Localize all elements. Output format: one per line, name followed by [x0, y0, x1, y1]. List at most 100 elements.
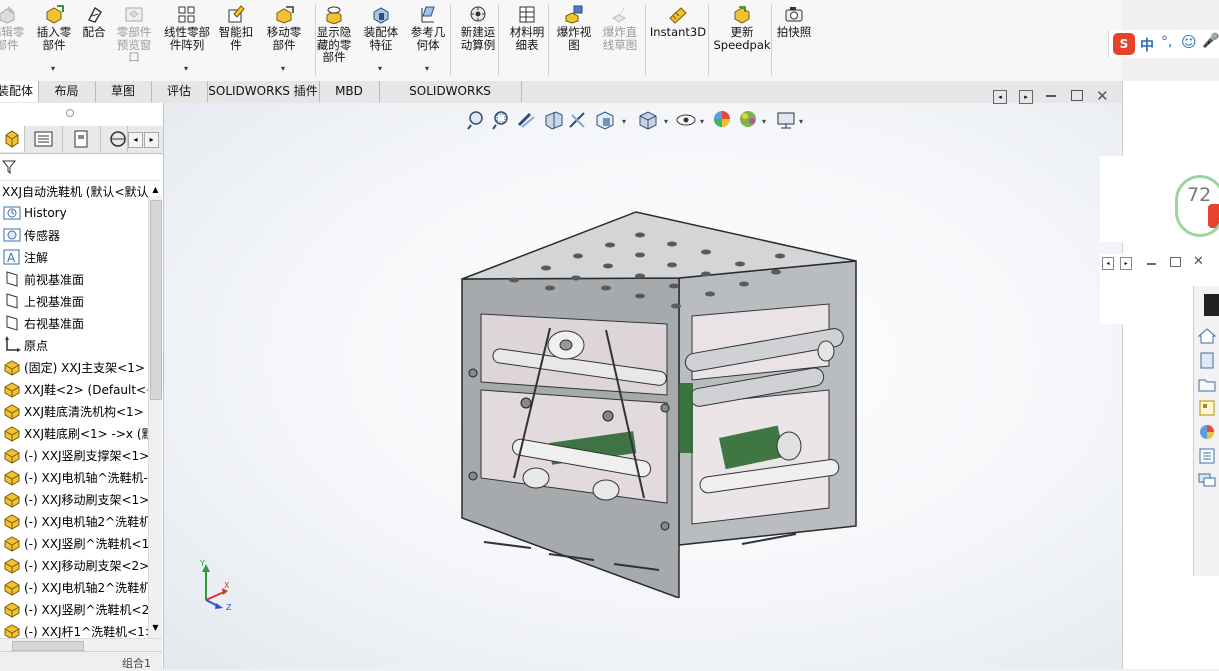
move-component-dropdown-icon[interactable]: ▾ [281, 64, 285, 73]
tree-item[interactable]: (-) XXJ竖刷支撑架<1> [0, 444, 150, 466]
task-pane-home-icon[interactable] [1196, 326, 1218, 346]
insert-component-button[interactable]: 插入零 部件 [32, 4, 76, 51]
tree-root-assembly[interactable]: XXJ自动洗鞋机 (默认<默认 [0, 180, 150, 202]
restore-right-icon[interactable]: ▸ [1019, 90, 1033, 104]
component-preview-button[interactable]: 零部件 预览窗 口 [112, 4, 156, 64]
hscroll-thumb[interactable] [12, 641, 84, 651]
scroll-up-arrow-icon[interactable]: ▲ [149, 185, 162, 195]
tree-item[interactable]: (-) XXJ电机轴^洗鞋机- [0, 466, 150, 488]
tab-4[interactable]: SOLIDWORKS 插件 [207, 81, 320, 102]
apply-scene-dropdown-icon[interactable]: ▾ [762, 117, 766, 126]
apply-scene-icon[interactable] [740, 111, 756, 127]
minimize-icon[interactable] [1046, 95, 1056, 97]
zoom-to-area-icon[interactable] [492, 111, 508, 130]
reference-geometry-dropdown-icon[interactable]: ▾ [425, 64, 429, 73]
tab-3[interactable]: 评估 [151, 81, 208, 102]
dimxpert-tab-icon[interactable] [101, 126, 128, 152]
mate-button[interactable]: 配合 [80, 4, 108, 39]
display-style-icon[interactable] [639, 111, 657, 130]
task-pane-forum-icon[interactable] [1196, 470, 1218, 490]
secondary-close-icon[interactable]: ✕ [1193, 254, 1204, 269]
tree-item[interactable]: (-) XXJ移动刷支架<1> [0, 488, 150, 510]
previous-view-icon[interactable] [517, 112, 535, 128]
voice-icon[interactable]: 🎤 [1202, 33, 1219, 49]
tree-item[interactable]: History [0, 202, 150, 224]
punctuation-icon[interactable]: °, [1161, 34, 1172, 50]
bill-of-materials-button[interactable]: 材料明 细表 [504, 4, 550, 51]
scroll-thumb[interactable] [150, 200, 162, 400]
task-pane-appearance-icon[interactable] [1196, 422, 1218, 442]
tab-1[interactable]: 布局 [38, 81, 96, 102]
tab-scroll-left-icon[interactable]: ◂ [128, 132, 143, 148]
instant3d-button[interactable]: Instant3D [649, 4, 707, 39]
close-icon[interactable]: ✕ [1096, 87, 1109, 105]
display-style-dropdown-icon[interactable]: ▾ [664, 117, 668, 126]
task-pane-dark-tab[interactable] [1204, 294, 1219, 316]
task-pane-explorer-icon[interactable] [1196, 374, 1218, 394]
filter-icon[interactable] [1, 159, 17, 175]
take-snapshot-button[interactable]: 拍快照 [774, 4, 814, 39]
hide-show-items-icon[interactable] [676, 114, 696, 126]
tree-horizontal-scrollbar[interactable] [0, 638, 162, 652]
graphics-viewport[interactable]: ▾ ▾ ▾ ▾ ▾ ◂ ▸ ✕ Y X Z [164, 87, 1122, 669]
insert-component-dropdown-icon[interactable]: ▾ [51, 64, 55, 73]
linear-pattern-button[interactable]: 线性零部 件阵列 [160, 4, 214, 51]
tree-item[interactable]: (固定) XXJ主支架<1> [0, 356, 150, 378]
update-speedpak-button[interactable]: 更新 Speedpak [712, 4, 772, 51]
score-badge[interactable]: 72 [1175, 175, 1219, 237]
secondary-minimize-icon[interactable] [1147, 263, 1156, 265]
tree-item[interactable]: 原点 [0, 334, 150, 356]
exploded-view-button[interactable]: 爆炸视 图 [553, 4, 595, 51]
maximize-icon[interactable] [1071, 90, 1083, 101]
tab-6[interactable]: SOLIDWORKS Inspection [379, 81, 522, 119]
tab-scroll-right-icon[interactable]: ▸ [144, 132, 159, 148]
tree-item[interactable]: 前视基准面 [0, 268, 150, 290]
tree-vertical-scrollbar[interactable]: ▲ ▼ [148, 185, 162, 638]
assembly-features-button[interactable]: 装配体 特征 [361, 4, 401, 51]
new-motion-study-button[interactable]: 新建运 动算例 [455, 4, 501, 51]
view-orientation-dropdown-icon[interactable]: ▾ [622, 117, 626, 126]
section-view-icon[interactable] [545, 111, 563, 130]
tree-item[interactable]: XXJ鞋底清洗机构<1> [0, 400, 150, 422]
tree-item[interactable]: 上视基准面 [0, 290, 150, 312]
emoji-icon[interactable]: ☺ [1181, 33, 1197, 51]
property-manager-tab-icon[interactable] [25, 126, 63, 152]
assembly-features-dropdown-icon[interactable]: ▾ [378, 64, 382, 73]
hide-show-dropdown-icon[interactable]: ▾ [700, 117, 704, 126]
tab-2[interactable]: 草图 [95, 81, 152, 102]
tree-item[interactable]: 右视基准面 [0, 312, 150, 334]
move-component-button[interactable]: 移动零 部件 [262, 4, 306, 51]
tree-item[interactable]: XXJ鞋底刷<1> ->x (默 [0, 422, 150, 444]
reference-geometry-button[interactable]: 参考几 何体 [408, 4, 448, 51]
tab-5[interactable]: MBD [319, 81, 380, 102]
secondary-restore-right-icon[interactable]: ▸ [1120, 257, 1132, 270]
edit-appearance-icon[interactable] [714, 111, 730, 127]
panel-splitter-handle[interactable] [66, 109, 74, 117]
tree-item[interactable]: 传感器 [0, 224, 150, 246]
view-orientation-icon[interactable] [596, 111, 614, 130]
scroll-down-arrow-icon[interactable]: ▼ [149, 623, 162, 633]
explode-line-sketch-button[interactable]: 爆炸直 线草图 [597, 4, 643, 51]
sogou-logo-icon[interactable]: S [1113, 33, 1135, 55]
tree-item[interactable]: (-) XXJ竖刷^洗鞋机<2 [0, 598, 150, 620]
dynamic-annotation-icon[interactable] [569, 112, 585, 128]
ime-mode-label[interactable]: 中 [1140, 35, 1154, 55]
view-settings-icon[interactable] [777, 112, 795, 129]
tree-item[interactable]: XXJ鞋<2> (Default<< [0, 378, 150, 400]
tree-item[interactable]: A 注解 [0, 246, 150, 268]
tree-item[interactable]: (-) XXJ电机轴2^洗鞋机 [0, 510, 150, 532]
washer-assembly-model[interactable] [454, 208, 864, 598]
edit-component-button[interactable]: 编辑零 部件 [0, 4, 32, 51]
tab-0[interactable]: 装配体 [0, 81, 39, 102]
zoom-to-fit-icon[interactable] [467, 111, 483, 130]
tree-item[interactable]: (-) XXJ竖刷^洗鞋机<1 [0, 532, 150, 554]
task-pane-palette-icon[interactable] [1196, 398, 1218, 418]
restore-left-icon[interactable]: ◂ [993, 90, 1007, 104]
task-pane-properties-icon[interactable] [1196, 446, 1218, 466]
secondary-maximize-icon[interactable] [1170, 257, 1181, 267]
linear-pattern-dropdown-icon[interactable]: ▾ [184, 64, 188, 73]
secondary-restore-left-icon[interactable]: ◂ [1102, 257, 1114, 270]
show-hidden-button[interactable]: 显示隐 藏的零 部件 [310, 4, 358, 64]
task-pane-library-icon[interactable] [1196, 350, 1218, 370]
configuration-manager-tab-icon[interactable] [63, 126, 101, 152]
